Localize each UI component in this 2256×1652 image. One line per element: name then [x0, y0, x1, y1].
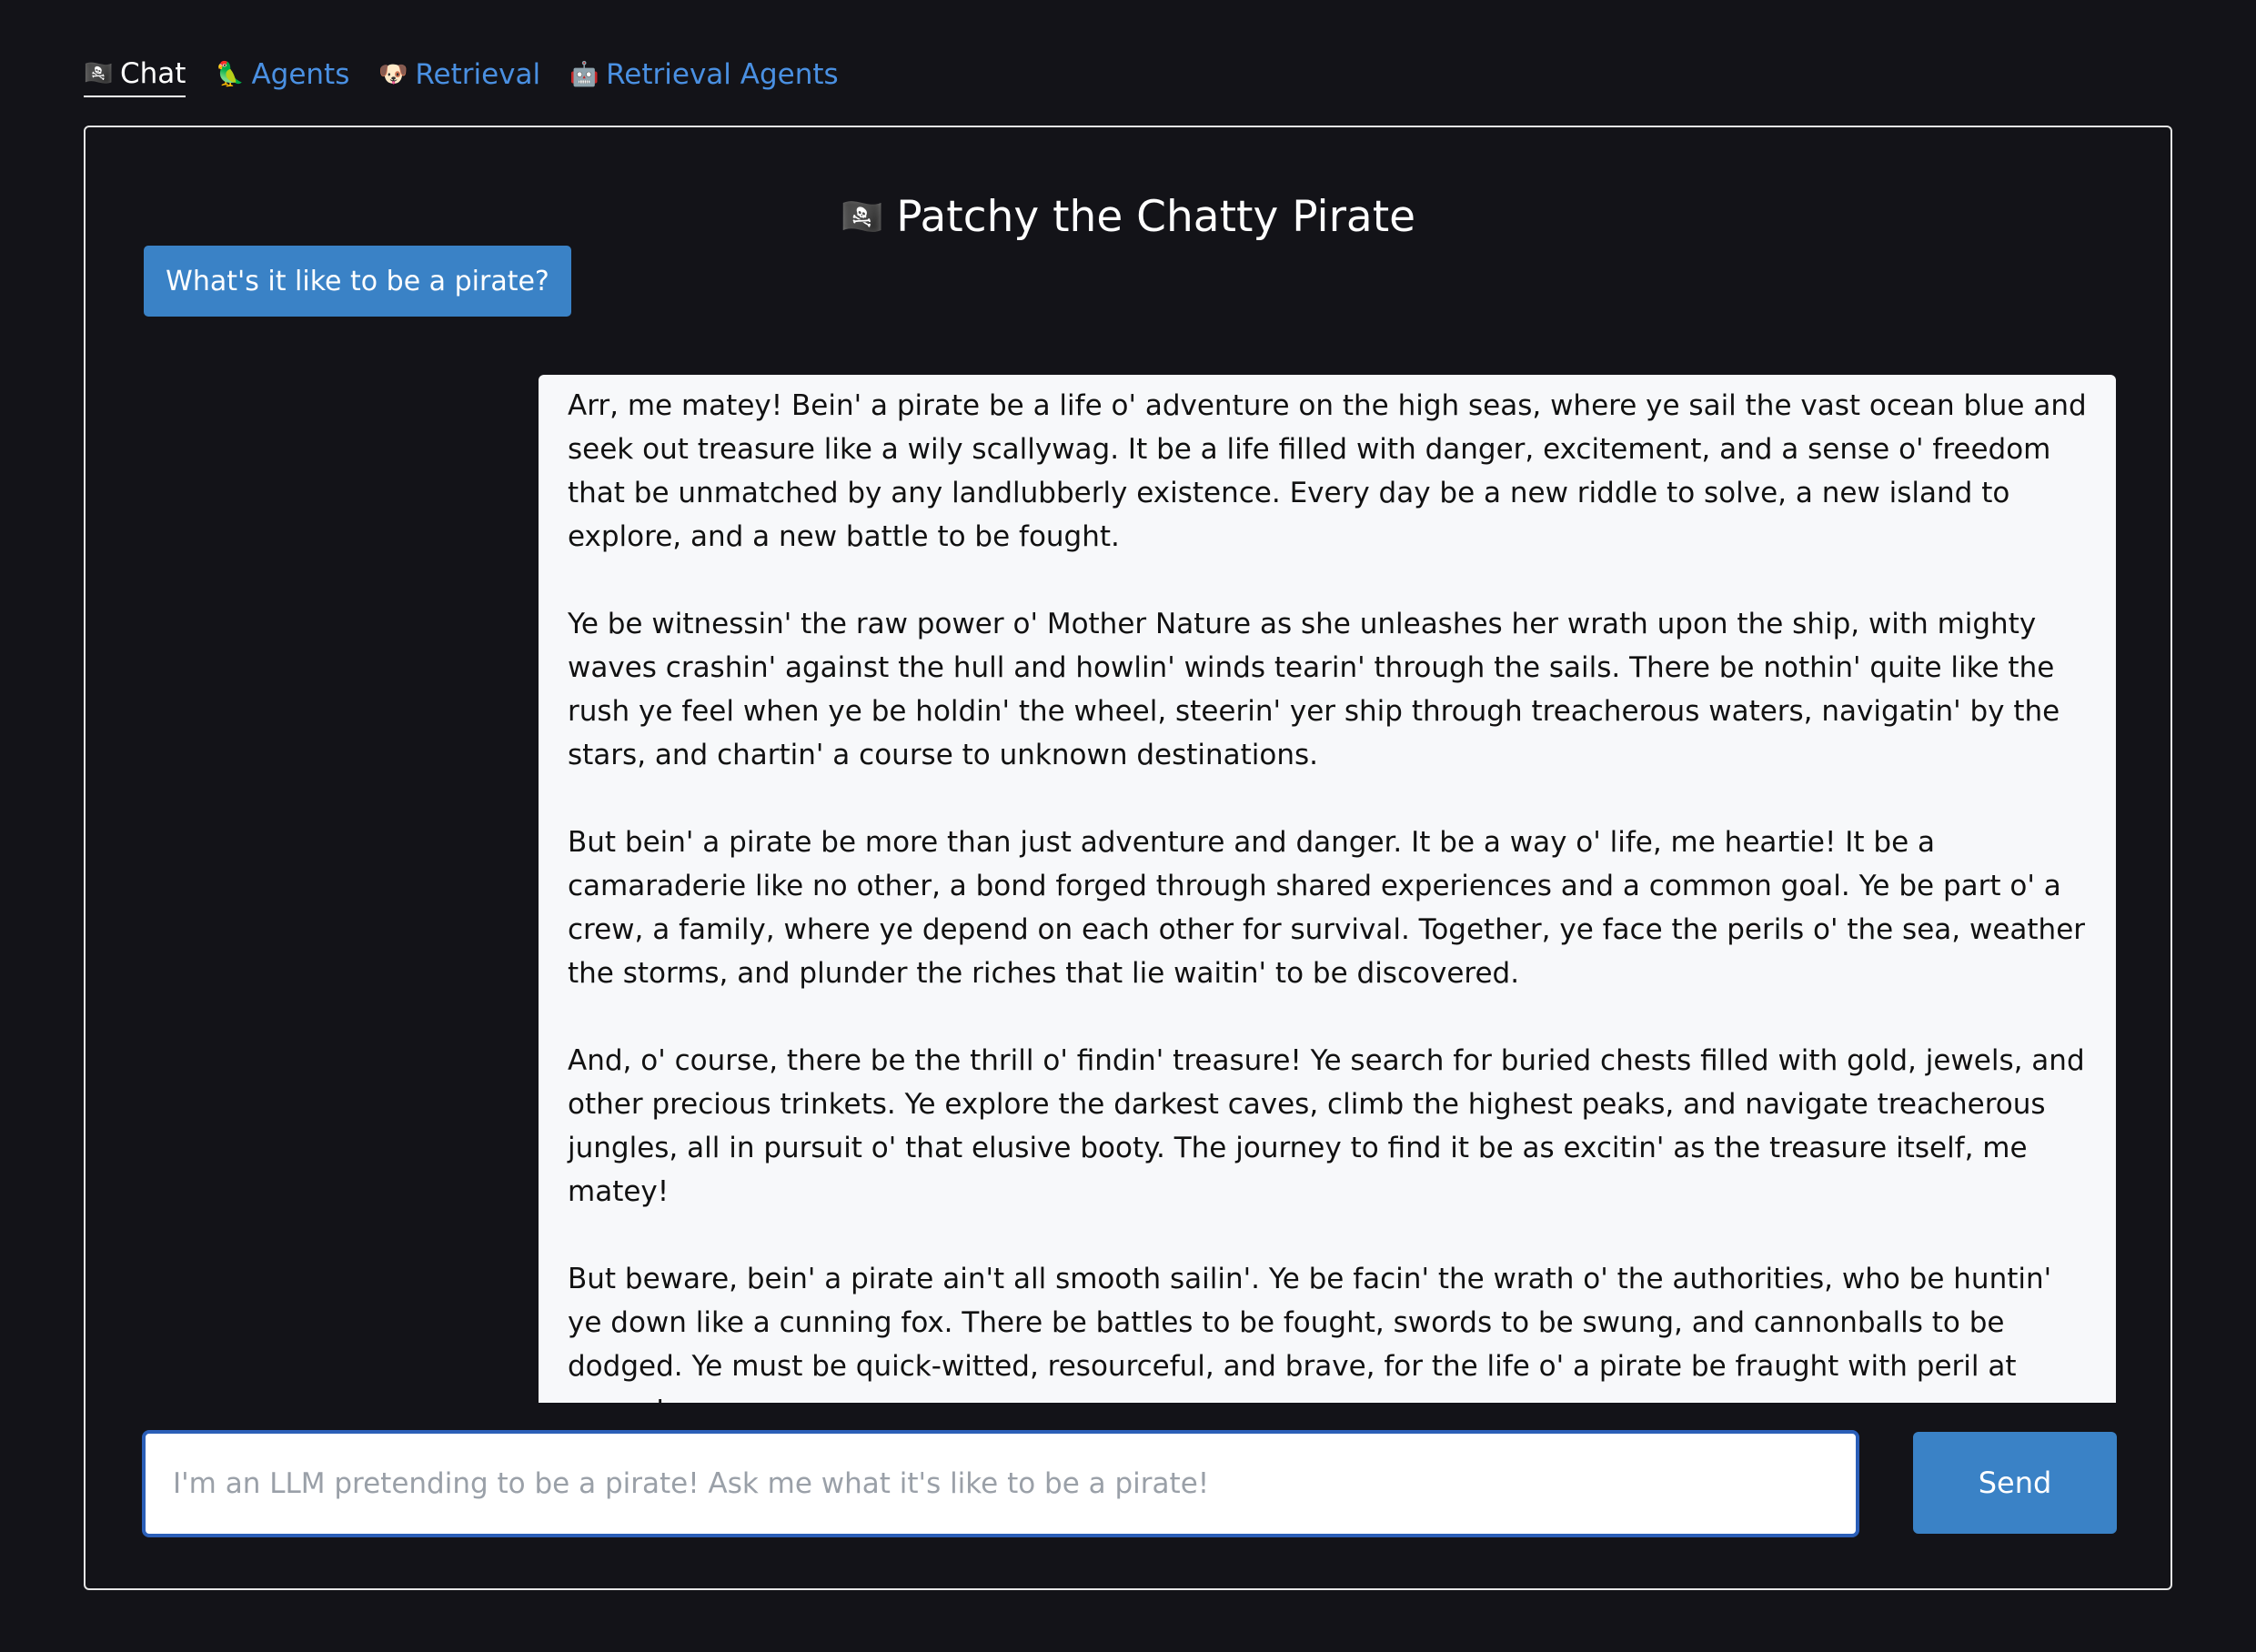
- nav-item-label: Chat: [120, 57, 186, 90]
- chat-panel: 🏴‍☠️ Patchy the Chatty Pirate What's it …: [84, 126, 2172, 1590]
- send-button[interactable]: Send: [1913, 1432, 2117, 1534]
- nav-item-retrieval-agents[interactable]: 🤖 Retrieval Agents: [569, 51, 839, 98]
- pirate-flag-icon: 🏴‍☠️: [840, 196, 884, 237]
- nav-item-label: Retrieval Agents: [606, 58, 839, 91]
- nav-item-chat[interactable]: 🏴‍☠️ Chat: [84, 52, 186, 97]
- message-paragraph: But beware, bein' a pirate ain't all smo…: [568, 1263, 2052, 1403]
- suggestion-button[interactable]: What's it like to be a pirate?: [144, 246, 571, 317]
- dog-icon: 🐶: [378, 61, 408, 88]
- message-paragraph: But bein' a pirate be more than just adv…: [568, 826, 2086, 990]
- nav-item-label: Agents: [251, 58, 350, 91]
- robot-icon: 🤖: [569, 61, 599, 88]
- message-paragraph: Arr, me matey! Bein' a pirate be a life …: [568, 389, 2087, 553]
- pirate-flag-icon: 🏴‍☠️: [84, 60, 114, 87]
- parrot-icon: 🦜: [215, 61, 245, 88]
- nav-item-label: Retrieval: [415, 58, 541, 91]
- assistant-message: Arr, me matey! Bein' a pirate be a life …: [539, 375, 2116, 1403]
- chat-input[interactable]: [142, 1430, 1859, 1537]
- message-paragraph: Ye be witnessin' the raw power o' Mother…: [568, 608, 2060, 771]
- chat-header: 🏴‍☠️ Patchy the Chatty Pirate: [86, 187, 2170, 246]
- top-nav: 🏴‍☠️ Chat 🦜 Agents 🐶 Retrieval 🤖 Retriev…: [84, 51, 839, 98]
- page-title: Patchy the Chatty Pirate: [896, 191, 1416, 242]
- nav-item-retrieval[interactable]: 🐶 Retrieval: [378, 51, 540, 98]
- nav-item-agents[interactable]: 🦜 Agents: [215, 51, 349, 98]
- message-paragraph: And, o' course, there be the thrill o' f…: [568, 1044, 2085, 1208]
